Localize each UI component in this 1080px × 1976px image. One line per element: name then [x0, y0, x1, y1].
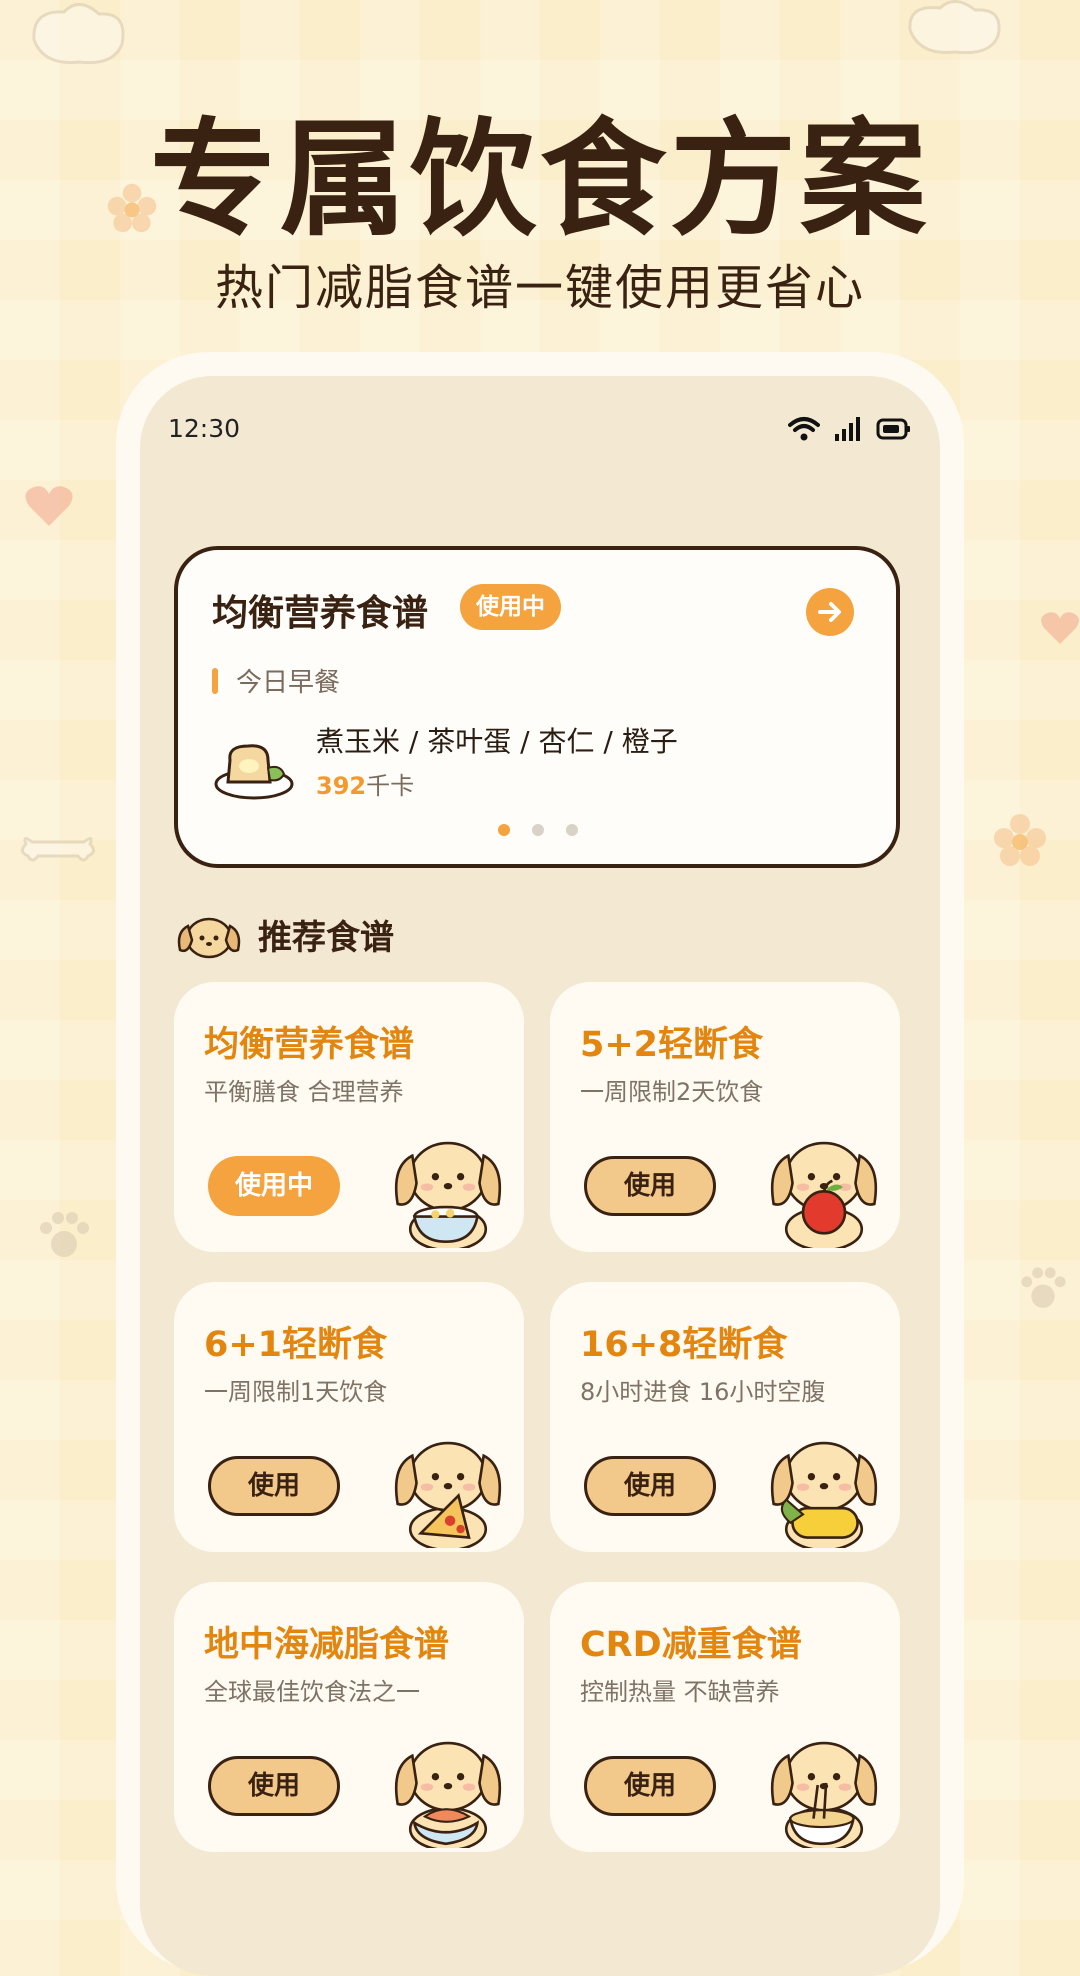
meal-label-accent: [212, 668, 218, 694]
puppy-noodles-icon: [756, 1720, 892, 1852]
calorie-value: 392: [316, 772, 367, 800]
arrow-right-icon[interactable]: [806, 588, 854, 636]
use-button[interactable]: 使用: [584, 1756, 716, 1816]
recipe-title: 6+1轻断食: [204, 1325, 388, 1365]
recipe-title: 地中海减脂食谱: [204, 1625, 450, 1665]
recipe-card[interactable]: 6+1轻断食一周限制1天饮食使用: [174, 1282, 524, 1552]
recipe-desc: 一周限制1天饮食: [204, 1378, 388, 1406]
puppy-corn-icon: [756, 1420, 892, 1552]
use-button[interactable]: 使用: [584, 1456, 716, 1516]
bone-icon: [21, 837, 95, 862]
recipe-card[interactable]: CRD减重食谱控制热量 不缺营养使用: [550, 1582, 900, 1852]
status-time: 12:30: [168, 414, 241, 443]
meal-calories: 392千卡: [316, 766, 414, 801]
carousel-dot[interactable]: [498, 824, 510, 836]
section-title: 推荐食谱: [258, 917, 394, 958]
recipe-card[interactable]: 5+2轻断食一周限制2天饮食使用: [550, 982, 900, 1252]
section-header: 推荐食谱: [174, 906, 394, 962]
toast-plate-icon: [214, 738, 296, 806]
recipe-title: 16+8轻断食: [580, 1325, 788, 1365]
status-icons: [788, 416, 912, 442]
recipe-title: 5+2轻断食: [580, 1025, 764, 1065]
meal-label: 今日早餐: [236, 668, 341, 698]
puppy-salmon-icon: [380, 1720, 516, 1852]
flower-icon: [994, 814, 1046, 866]
use-button[interactable]: 使用: [208, 1456, 340, 1516]
puppy-pizza-icon: [380, 1420, 516, 1552]
recipe-card[interactable]: 16+8轻断食 8小时进食 16小时空腹使用: [550, 1282, 900, 1552]
active-plan-card[interactable]: 均衡营养食谱 使用中 今日早餐 煮玉米 / 茶叶蛋 / 杏仁 / 橙子 392千…: [174, 546, 900, 868]
carousel-dot[interactable]: [566, 824, 578, 836]
carousel-dot[interactable]: [532, 824, 544, 836]
paw-icon: [40, 1212, 89, 1257]
heart-icon: [25, 486, 73, 526]
calorie-unit: 千卡: [366, 772, 415, 800]
battery-icon: [876, 418, 910, 440]
recipe-card[interactable]: 均衡营养食谱平衡膳食 合理营养使用中: [174, 982, 524, 1252]
heart-icon: [1041, 612, 1079, 644]
recipe-desc: 一周限制2天饮食: [580, 1078, 764, 1106]
recipe-card[interactable]: 地中海减脂食谱全球最佳饮食法之一使用: [174, 1582, 524, 1852]
recipe-desc: 平衡膳食 合理营养: [204, 1078, 404, 1106]
meal-foods: 煮玉米 / 茶叶蛋 / 杏仁 / 橙子: [316, 725, 678, 758]
status-bar: 12:30: [168, 412, 912, 452]
recipe-desc: 8小时进食 16小时空腹: [580, 1378, 826, 1406]
dog-doodle-icon: [908, 0, 1001, 55]
recipe-title: CRD减重食谱: [580, 1625, 802, 1665]
in-use-button[interactable]: 使用中: [208, 1156, 340, 1216]
puppy-apple-icon: [756, 1120, 892, 1252]
signal-icon: [835, 417, 860, 441]
use-button[interactable]: 使用: [584, 1156, 716, 1216]
active-plan-title: 均衡营养食谱: [212, 593, 429, 634]
use-button[interactable]: 使用: [208, 1756, 340, 1816]
paw-icon: [1021, 1267, 1066, 1308]
puppy-face-icon: [177, 917, 241, 959]
status-badge: 使用中: [460, 584, 561, 630]
recipe-title: 均衡营养食谱: [204, 1025, 415, 1065]
carousel-dots: [498, 824, 578, 836]
recipe-desc: 全球最佳饮食法之一: [204, 1678, 420, 1706]
phone-frame: 12:30 均衡营养食谱 使用中 今日早餐 煮玉米 / 茶叶蛋 / 杏仁 / 橙…: [116, 352, 964, 1976]
puppy-bowl-icon: [380, 1120, 516, 1252]
recipe-desc: 控制热量 不缺营养: [580, 1678, 780, 1706]
phone-screen: 12:30 均衡营养食谱 使用中 今日早餐 煮玉米 / 茶叶蛋 / 杏仁 / 橙…: [140, 376, 940, 1976]
dog-doodle-icon: [32, 3, 125, 65]
wifi-icon: [788, 417, 820, 441]
page-headline: 专属饮食方案: [150, 106, 930, 253]
page-subheadline: 热门减脂食谱一键使用更省心: [214, 260, 865, 316]
